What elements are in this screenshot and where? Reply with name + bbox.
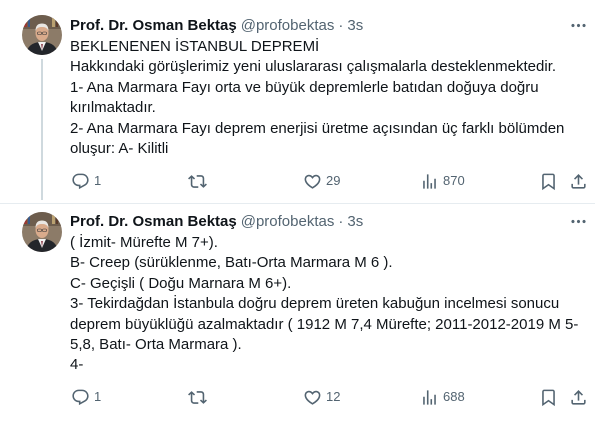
timestamp[interactable]: 3s [347, 213, 363, 230]
tweet-text-line: C- Geçişli ( Doğu Marnara M 6+). [70, 274, 292, 292]
views-count: 688 [443, 389, 465, 404]
more-button[interactable] [569, 212, 588, 231]
share-button[interactable] [569, 171, 588, 191]
action-bar: 1 12 688 [0, 387, 595, 407]
share-button[interactable] [569, 387, 588, 407]
like-button[interactable]: 29 [303, 171, 340, 191]
retweet-button[interactable] [188, 171, 207, 191]
more-icon [571, 23, 586, 28]
tweet-text: BEKLENENEN İSTANBUL DEPREMİ Hakkındaki g… [70, 37, 564, 159]
tweet-text-line: ( İzmit- Mürefte M 7+). [70, 234, 218, 251]
more-button[interactable] [569, 16, 588, 35]
tweet-text-line: kırılmaktadır. [70, 99, 156, 117]
views-count: 870 [443, 173, 465, 188]
tweet-text-line: 4- [70, 356, 84, 374]
reply-button[interactable]: 1 [71, 171, 101, 191]
reply-count: 1 [94, 389, 102, 404]
tweet-text-line: B- Creep (sürüklenme, Batı-Orta Marmara … [70, 254, 393, 272]
author-name[interactable]: Prof. Dr. Osman Bektaş [70, 17, 237, 34]
like-button[interactable]: 12 [303, 387, 340, 407]
like-icon [304, 390, 321, 405]
tweet-text-line: 5,8, Batı- Orta Marmara ). [70, 336, 242, 354]
reply-button[interactable]: 1 [71, 387, 101, 407]
tweet[interactable]: Prof. Dr. Osman Bektaş @profobektas · 3s ( … [0, 204, 595, 426]
reply-count: 1 [94, 173, 102, 188]
tweet-text-line: 1- Ana Marmara Fayı orta ve büyük deprem… [70, 78, 539, 96]
bookmark-button[interactable] [539, 387, 558, 407]
avatar-photo [22, 15, 62, 55]
avatar[interactable] [22, 212, 62, 252]
bookmark-button[interactable] [539, 171, 558, 191]
tweet-text-line: Hakkındaki görüşlerimiz yeni uluslararas… [70, 58, 557, 76]
tweet-text-line: 2- Ana Marmara Fayı deprem enerjisi üret… [70, 119, 565, 137]
bookmark-icon [542, 389, 555, 406]
tweet-text-line: deprem büyüklüğü azalmaktadır ( 1912 M 7… [70, 315, 579, 333]
avatar-photo [22, 212, 62, 252]
separator-dot: · [338, 17, 344, 34]
retweet-icon [188, 390, 207, 404]
author-handle[interactable]: @profobektas [241, 17, 335, 34]
views-button[interactable]: 870 [420, 171, 465, 191]
tweet[interactable]: Prof. Dr. Osman Bektaş @profobektas · 3s BE… [0, 0, 595, 204]
author-handle[interactable]: @profobektas [241, 213, 335, 230]
reply-icon [72, 389, 89, 405]
retweet-icon [188, 174, 207, 188]
separator-dot: · [338, 213, 344, 230]
avatar[interactable] [22, 15, 62, 55]
more-icon [571, 219, 586, 224]
author-name[interactable]: Prof. Dr. Osman Bektaş [70, 213, 237, 230]
tweet-header: Prof. Dr. Osman Bektaş @profobektas · 3s [70, 212, 363, 232]
like-icon [304, 174, 321, 189]
share-icon [571, 389, 586, 405]
tweet-text-line: 3- Tekirdağdan İstanbula doğru deprem ür… [70, 295, 560, 313]
like-count: 29 [326, 173, 341, 188]
action-bar: 1 29 870 [0, 171, 595, 191]
tweet-text-line: BEKLENENEN İSTANBUL DEPREMİ [70, 38, 320, 55]
tweet-text-line: oluşur: A- Kilitli [70, 140, 169, 158]
tweet-text: ( İzmit- Mürefte M 7+). B- Creep (sürükl… [70, 233, 578, 376]
like-count: 12 [326, 389, 341, 404]
bookmark-icon [542, 173, 555, 190]
share-icon [571, 173, 586, 189]
tweet-header: Prof. Dr. Osman Bektaş @profobektas · 3s [70, 16, 363, 36]
timestamp[interactable]: 3s [347, 17, 363, 34]
views-icon [423, 389, 436, 405]
views-icon [423, 173, 436, 189]
retweet-button[interactable] [188, 387, 207, 407]
views-button[interactable]: 688 [420, 387, 465, 407]
reply-icon [72, 173, 89, 189]
